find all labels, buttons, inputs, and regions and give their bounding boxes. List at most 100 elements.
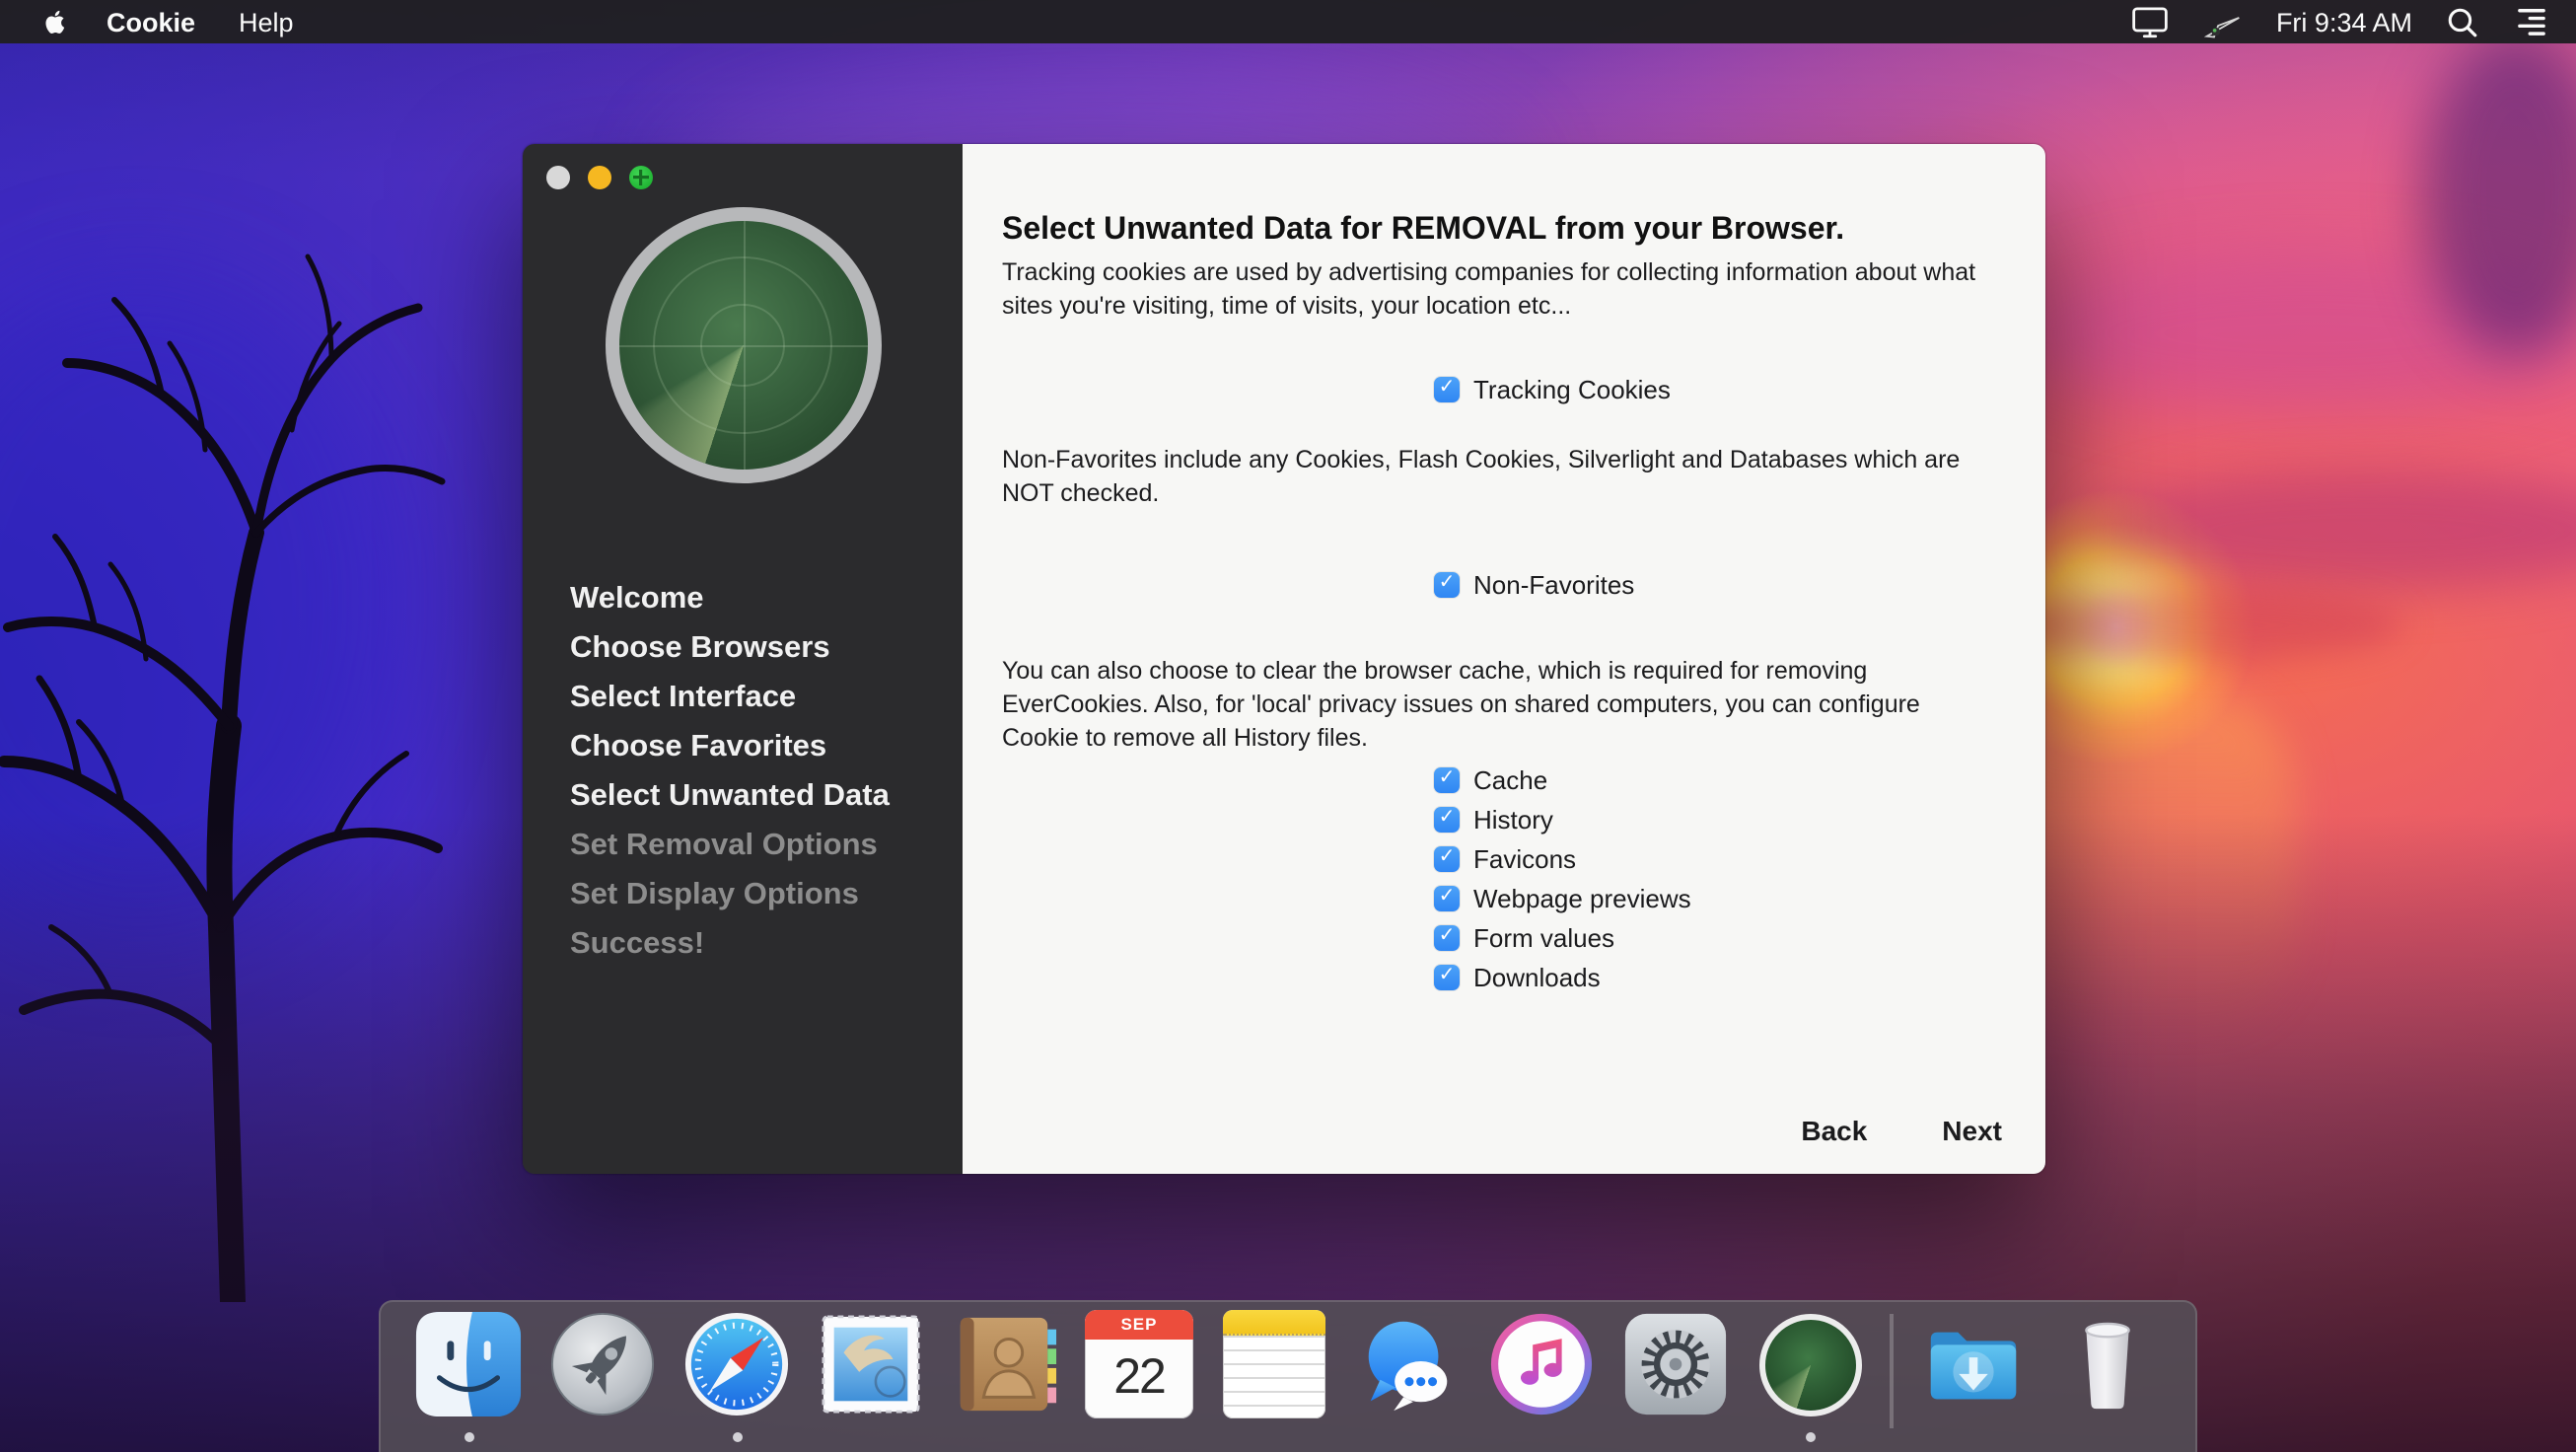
menu-bar: Cookie Help Fri 9:34 AM [0, 0, 2576, 43]
dock-icon-trash[interactable] [2053, 1310, 2162, 1418]
checkbox-label: Webpage previews [1473, 883, 1691, 912]
checkbox-history[interactable]: ✓ [1434, 806, 1460, 832]
apple-icon [37, 6, 65, 37]
trash-icon [2053, 1310, 2162, 1418]
gear-icon [1621, 1310, 1730, 1418]
checkbox-label: Tracking Cookies [1473, 374, 1671, 403]
dock-icon-itunes[interactable] [1487, 1310, 1596, 1418]
cookie-radar-icon [1758, 1314, 1861, 1416]
dock-icon-system-preferences[interactable] [1621, 1310, 1730, 1418]
checkbox-label: Cache [1473, 764, 1547, 794]
nav-step-welcome[interactable]: Welcome [570, 574, 890, 623]
checkbox-row-form-values[interactable]: ✓ Form values [1434, 917, 1986, 957]
checkbox-label: Favicons [1473, 843, 1576, 873]
running-indicator [464, 1432, 473, 1442]
checkmark-icon: ✓ [1439, 574, 1456, 594]
checkmark-icon: ✓ [1439, 379, 1456, 399]
dock-icon-messages[interactable] [1353, 1310, 1462, 1418]
itunes-music-icon [1487, 1310, 1596, 1418]
nav-step-select-interface[interactable]: Select Interface [570, 673, 890, 722]
running-indicator [1805, 1432, 1815, 1442]
checkbox-non-favorites[interactable]: ✓ [1434, 571, 1460, 597]
menu-bar-clock[interactable]: Fri 9:34 AM [2276, 7, 2412, 36]
checkmark-icon: ✓ [1439, 967, 1456, 986]
setup-steps-nav: Welcome Choose Browsers Select Interface… [570, 574, 890, 969]
nav-step-success[interactable]: Success! [570, 919, 890, 969]
dock-icon-downloads[interactable] [1919, 1310, 2028, 1418]
spotlight-search-icon[interactable] [2446, 5, 2479, 38]
notification-center-icon[interactable] [2513, 6, 2550, 37]
checkmark-icon: ✓ [1439, 848, 1456, 868]
running-indicator [732, 1432, 742, 1442]
nav-step-choose-favorites[interactable]: Choose Favorites [570, 722, 890, 771]
launchpad-rocket-icon [548, 1310, 657, 1418]
dock-icon-finder[interactable] [414, 1310, 523, 1418]
contacts-book-icon [951, 1310, 1059, 1418]
close-button[interactable] [546, 166, 570, 189]
downloads-folder-icon [1919, 1310, 2028, 1418]
checkmark-icon: ✓ [1439, 927, 1456, 947]
cursor-status-icon[interactable] [2203, 4, 2243, 39]
dock-icon-cookie[interactable] [1755, 1310, 1864, 1418]
finder-icon [414, 1310, 523, 1418]
safari-compass-icon [682, 1310, 791, 1418]
dock-icon-safari[interactable] [682, 1310, 791, 1418]
cache-description: You can also choose to clear the browser… [1002, 655, 1986, 756]
window-sidebar: Welcome Choose Browsers Select Interface… [523, 144, 963, 1174]
messages-bubble-icon [1353, 1310, 1462, 1418]
page-title: Select Unwanted Data for REMOVAL from yo… [1002, 211, 1986, 249]
dock-icon-launchpad[interactable] [548, 1310, 657, 1418]
checkbox-row-history[interactable]: ✓ History [1434, 799, 1986, 838]
zoom-button[interactable] [629, 166, 653, 189]
dock-separator [1890, 1314, 1894, 1428]
calendar-month: SEP [1085, 1310, 1193, 1340]
nav-step-choose-browsers[interactable]: Choose Browsers [570, 623, 890, 673]
minimize-button[interactable] [588, 166, 611, 189]
cookie-setup-window: Welcome Choose Browsers Select Interface… [523, 144, 2045, 1174]
checkbox-label: Downloads [1473, 962, 1601, 991]
calendar-day: 22 [1085, 1340, 1193, 1415]
nav-step-set-display-options[interactable]: Set Display Options [570, 870, 890, 919]
checkmark-icon: ✓ [1439, 809, 1456, 829]
checkbox-webpage-previews[interactable]: ✓ [1434, 885, 1460, 910]
checkmark-icon: ✓ [1439, 888, 1456, 908]
dock: SEP 22 [379, 1300, 2197, 1452]
checkbox-form-values[interactable]: ✓ [1434, 924, 1460, 950]
dock-icon-notes[interactable] [1219, 1310, 1327, 1418]
back-button[interactable]: Back [1789, 1113, 1879, 1148]
data-checkbox-list: ✓ Cache ✓ History ✓ Favicons ✓ Webpage p… [1434, 760, 1986, 996]
calendar-icon: SEP 22 [1085, 1310, 1193, 1418]
menu-item-help[interactable]: Help [239, 7, 294, 36]
checkbox-downloads[interactable]: ✓ [1434, 964, 1460, 989]
checkbox-row-tracking-cookies[interactable]: ✓ Tracking Cookies [1434, 373, 1986, 404]
nav-step-select-unwanted-data[interactable]: Select Unwanted Data [570, 771, 890, 821]
checkbox-row-non-favorites[interactable]: ✓ Non-Favorites [1434, 568, 1986, 600]
checkbox-label: Non-Favorites [1473, 569, 1634, 599]
dock-icon-contacts[interactable] [951, 1310, 1059, 1418]
checkmark-icon: ✓ [1439, 769, 1456, 789]
dock-icon-mail[interactable] [817, 1310, 925, 1418]
desktop-screen: Cookie Help Fri 9:34 AM [0, 0, 2576, 1452]
radar-logo-icon [605, 207, 881, 483]
checkbox-row-webpage-previews[interactable]: ✓ Webpage previews [1434, 878, 1986, 917]
checkbox-cache[interactable]: ✓ [1434, 766, 1460, 792]
mail-stamp-icon [817, 1310, 925, 1418]
app-menu-cookie[interactable]: Cookie [107, 7, 195, 36]
next-button[interactable]: Next [1930, 1113, 2014, 1148]
traffic-lights [546, 166, 653, 189]
checkbox-row-favicons[interactable]: ✓ Favicons [1434, 838, 1986, 878]
nav-step-set-removal-options[interactable]: Set Removal Options [570, 821, 890, 870]
checkbox-row-cache[interactable]: ✓ Cache [1434, 760, 1986, 799]
dock-icon-calendar[interactable]: SEP 22 [1085, 1310, 1193, 1418]
notes-icon [1222, 1310, 1324, 1418]
checkbox-row-downloads[interactable]: ✓ Downloads [1434, 957, 1986, 996]
display-mirroring-icon[interactable] [2130, 4, 2170, 39]
tracking-cookies-description: Tracking cookies are used by advertising… [1002, 256, 1986, 324]
checkbox-favicons[interactable]: ✓ [1434, 845, 1460, 871]
checkbox-label: Form values [1473, 922, 1614, 952]
window-content: Select Unwanted Data for REMOVAL from yo… [963, 144, 2045, 1174]
non-favorites-description: Non-Favorites include any Cookies, Flash… [1002, 444, 1986, 511]
apple-menu[interactable] [37, 6, 65, 37]
checkbox-tracking-cookies[interactable]: ✓ [1434, 376, 1460, 401]
checkbox-label: History [1473, 804, 1553, 834]
